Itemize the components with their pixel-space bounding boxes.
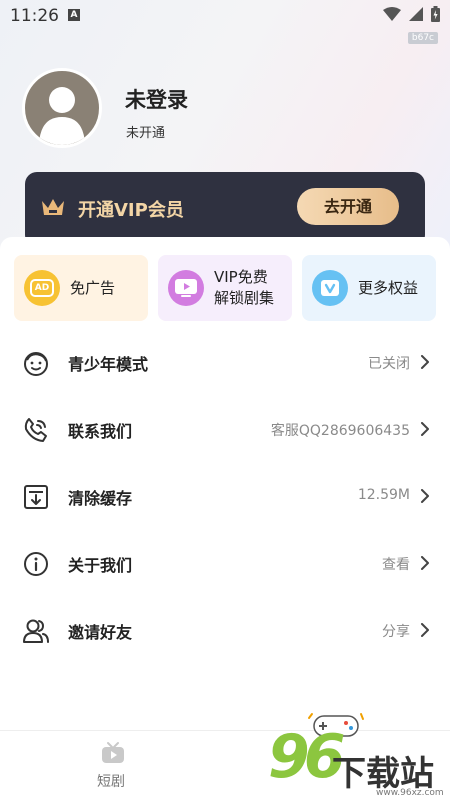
menu-teen-mode[interactable]: 青少年模式 已关闭 [0,332,450,392]
battery-icon [431,6,440,22]
watermark-logo: 96 下载站 www.96xz.com [266,708,446,800]
menu-value: 分享 [382,624,410,640]
signal-icon [409,7,423,21]
tv-icon [168,270,204,306]
menu-clear-cache[interactable]: 清除缓存 12.59M [0,466,450,526]
watermark-number: 96 [268,722,345,792]
nav-label: 短剧 [97,774,125,790]
status-icons [383,6,440,22]
menu-value: 客服QQ2869606435 [270,423,410,439]
default-avatar-icon [39,87,85,145]
menu-label: 青少年模式 [68,355,149,374]
watermark-url: www.96xz.com [376,788,444,798]
feature-label: VIP免费 解锁剧集 [214,268,275,307]
chevron-right-icon [421,422,429,436]
membership-status: 未开通 [126,126,166,141]
info-icon [24,552,48,576]
menu-label: 邀请好友 [68,623,133,642]
username[interactable]: 未登录 [125,84,188,114]
feature-label: 免广告 [70,278,116,297]
menu-label: 联系我们 [68,422,133,441]
activate-vip-button[interactable]: 去开通 [297,188,399,225]
feature-vip-free-episodes[interactable]: VIP免费 解锁剧集 [158,255,292,321]
menu-about-us[interactable]: 关于我们 查看 [0,533,450,593]
teen-face-icon [24,352,48,376]
feature-no-ads[interactable]: AD 免广告 [14,255,148,321]
status-bar: 11:26 A [0,0,450,32]
invite-friends-icon [23,619,49,643]
vip-banner[interactable]: 开通VIP会员 去开通 [25,172,425,247]
chevron-right-icon [421,556,429,570]
wifi-icon [383,7,401,21]
feature-label: 更多权益 [358,278,419,297]
feature-more-benefits[interactable]: 更多权益 [302,255,436,321]
menu-contact-us[interactable]: 联系我们 客服QQ2869606435 [0,399,450,459]
notification-a-icon: A [68,9,80,21]
menu-value: 12.59M [357,487,410,503]
vip-title: 开通VIP会员 [78,200,184,221]
chevron-right-icon [421,623,429,637]
clear-cache-icon [24,485,48,509]
tv-icon [102,742,124,763]
menu-invite-friends[interactable]: 邀请好友 分享 [0,600,450,660]
chevron-right-icon [421,489,429,503]
menu-value: 查看 [382,557,410,573]
menu-label: 清除缓存 [68,489,133,508]
menu-value: 已关闭 [368,356,410,372]
build-tag: b67c [407,32,438,44]
status-time: 11:26 [10,6,59,26]
avatar[interactable] [22,68,102,148]
vip-badge-icon [312,270,348,306]
crown-icon [42,199,64,215]
ad-icon: AD [24,270,60,306]
menu-label: 关于我们 [68,556,133,575]
phone-chat-icon [24,418,47,442]
chevron-right-icon [421,355,429,369]
